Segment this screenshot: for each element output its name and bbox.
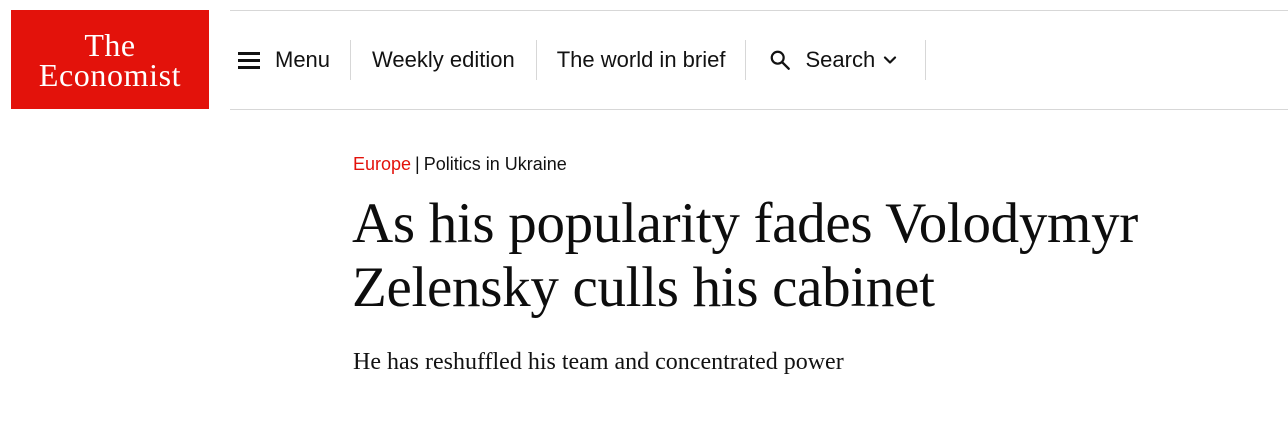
nav-divider <box>925 40 927 80</box>
search-button[interactable]: Search <box>746 40 925 80</box>
search-label: Search <box>805 47 876 72</box>
article-headline: As his popularity fades Volodymyr Zelens… <box>352 192 1138 319</box>
article-standfirst: He has reshuffled his team and concentra… <box>353 349 844 375</box>
menu-button[interactable]: Menu <box>230 40 350 80</box>
chevron-down-icon <box>884 56 897 64</box>
article-rubric: Europe | Politics in Ukraine <box>353 154 567 175</box>
header-top-rule <box>230 10 1288 11</box>
weekly-edition-link[interactable]: Weekly edition <box>351 40 536 80</box>
flytitle: Politics in Ukraine <box>423 154 567 174</box>
logo-line-1: The <box>84 26 136 63</box>
section-link[interactable]: Europe <box>353 154 411 174</box>
hamburger-icon <box>238 51 260 69</box>
search-icon <box>771 50 791 70</box>
logo-line-2: Economist <box>38 56 182 93</box>
rubric-separator: | <box>415 154 420 174</box>
economist-logo[interactable]: The Economist <box>11 10 209 109</box>
world-in-brief-link[interactable]: The world in brief <box>537 40 746 80</box>
main-navigation: Menu Weekly edition The world in brief S… <box>230 40 927 80</box>
weekly-edition-label: Weekly edition <box>372 47 515 72</box>
menu-label: Menu <box>275 47 331 72</box>
world-in-brief-label: The world in brief <box>556 47 726 72</box>
header-bottom-rule <box>230 109 1288 110</box>
